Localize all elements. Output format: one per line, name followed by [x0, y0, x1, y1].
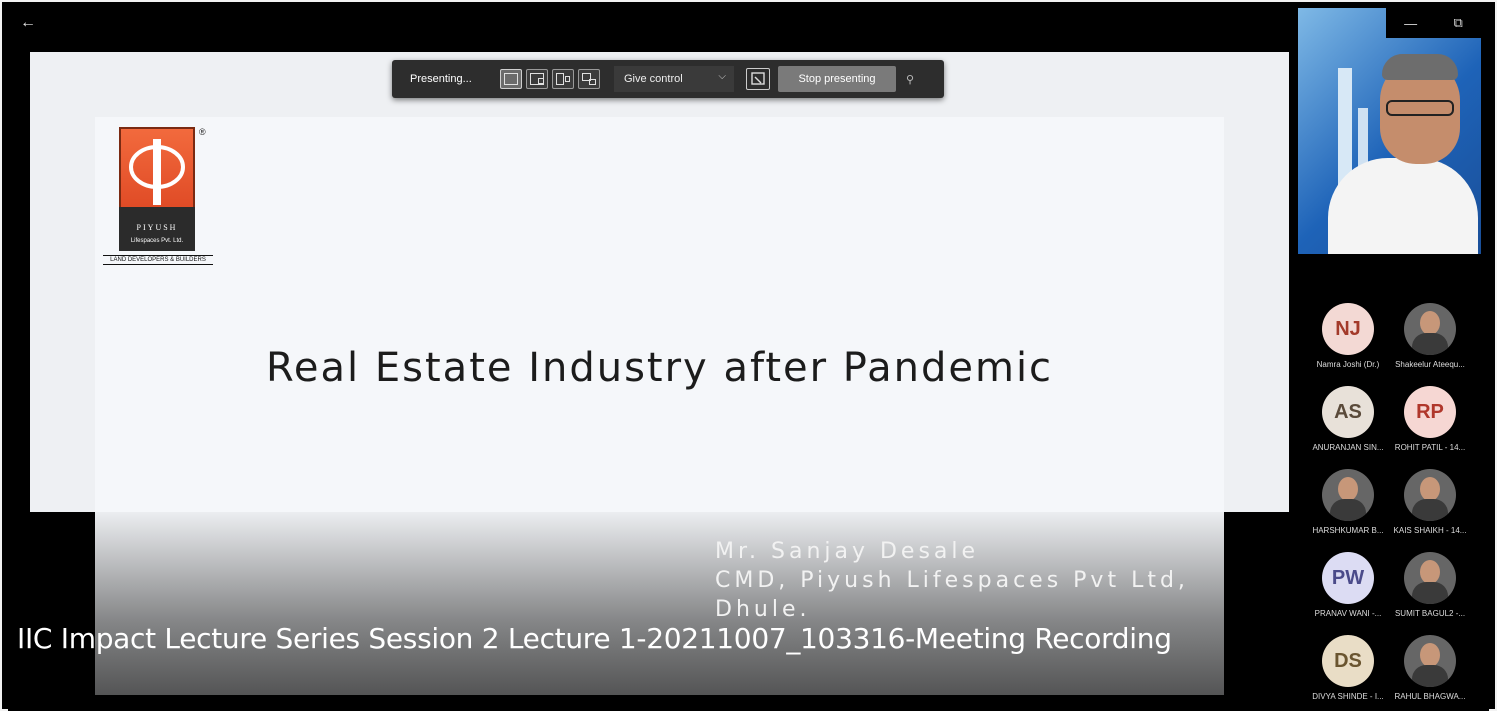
- avatar-photo-head: [1420, 311, 1440, 335]
- speaker-video-tile[interactable]: [1298, 8, 1481, 254]
- presenter-name: Mr. Sanjay Desale: [715, 539, 980, 564]
- give-control-dropdown[interactable]: Give control ⌵: [614, 66, 734, 92]
- participant-name: SUMIT BAGUL2 -...: [1394, 609, 1466, 618]
- participant-avatar: [1322, 469, 1374, 521]
- avatar-photo-head: [1420, 643, 1440, 667]
- restore-icon[interactable]: ⧉: [1454, 15, 1463, 31]
- avatar-photo-body: [1412, 499, 1448, 521]
- presentation-slide: PIYUSH Lifespaces Pvt. Ltd. LAND DEVELOP…: [95, 117, 1224, 695]
- layout-side-by-side-button[interactable]: [552, 69, 574, 89]
- participant-name: RAHUL BHAGWA...: [1394, 692, 1466, 701]
- participant-name: HARSHKUMAR B...: [1312, 526, 1384, 535]
- logo-symbol-icon: [129, 139, 185, 205]
- speaker-glasses: [1386, 100, 1454, 116]
- participant-name: ANURANJAN SIN...: [1312, 443, 1384, 452]
- participant-name: Namra Joshi (Dr.): [1316, 360, 1380, 369]
- avatar-photo-head: [1338, 477, 1358, 501]
- avatar-photo-body: [1412, 333, 1448, 355]
- participant-avatar: [1404, 552, 1456, 604]
- participant-tile[interactable]: NJ Namra Joshi (Dr.): [1305, 303, 1391, 369]
- participants-panel: NJ Namra Joshi (Dr.) Shakeelur Ateequ... AS…: [1297, 8, 1489, 711]
- participant-avatar: DS: [1322, 635, 1374, 687]
- avatar-photo-body: [1412, 582, 1448, 604]
- presenter-city: Dhule.: [715, 597, 811, 622]
- participant-avatar: NJ: [1322, 303, 1374, 355]
- participant-tile[interactable]: HARSHKUMAR B...: [1305, 469, 1391, 535]
- participant-tile[interactable]: AS ANURANJAN SIN...: [1305, 386, 1391, 452]
- registered-mark-icon: ®: [199, 127, 206, 137]
- participant-avatar: [1404, 469, 1456, 521]
- minimize-icon[interactable]: —: [1404, 16, 1417, 31]
- chevron-down-icon: ⌵: [718, 71, 726, 82]
- participant-avatar: PW: [1322, 552, 1374, 604]
- avatar-photo-head: [1420, 560, 1440, 584]
- participant-name: DIVYA SHINDE - I...: [1312, 692, 1384, 701]
- presenter-role: CMD, Piyush Lifespaces Pvt Ltd,: [715, 568, 1189, 593]
- avatar-photo-head: [1420, 477, 1440, 501]
- slide-title: Real Estate Industry after Pandemic: [265, 345, 1054, 391]
- avatar-photo-body: [1412, 665, 1448, 687]
- participant-name: PRANAV WANI -...: [1314, 609, 1382, 618]
- logo-brand-sub: Lifespaces Pvt. Ltd.: [130, 238, 184, 244]
- presenting-status: Presenting...: [410, 73, 472, 85]
- pin-icon[interactable]: ⚲: [906, 73, 914, 86]
- participant-avatar: RP: [1404, 386, 1456, 438]
- logo-tagline: LAND DEVELOPERS & BUILDERS: [103, 255, 213, 265]
- give-control-label: Give control: [624, 73, 683, 85]
- window-controls: — ⧉: [1386, 8, 1481, 38]
- participant-avatar: [1404, 635, 1456, 687]
- speaker-hair: [1382, 54, 1458, 80]
- stop-presenting-button[interactable]: Stop presenting: [778, 66, 896, 92]
- participant-tile[interactable]: RAHUL BHAGWA...: [1387, 635, 1473, 701]
- back-arrow-icon[interactable]: ←: [20, 12, 42, 34]
- include-computer-sound-icon[interactable]: [746, 68, 770, 90]
- layout-reporter-button[interactable]: [578, 69, 600, 89]
- participant-tile[interactable]: RP ROHIT PATIL - 14...: [1387, 386, 1473, 452]
- participant-name: ROHIT PATIL - 14...: [1394, 443, 1466, 452]
- participant-avatar: [1404, 303, 1456, 355]
- participant-tile[interactable]: KAIS SHAIKH - 14...: [1387, 469, 1473, 535]
- participant-tile[interactable]: PW PRANAV WANI -...: [1305, 552, 1391, 618]
- participant-tile[interactable]: Shakeelur Ateequ...: [1387, 303, 1473, 369]
- presenter-info: Mr. Sanjay Desale CMD, Piyush Lifespaces…: [715, 537, 1189, 624]
- participant-name: KAIS SHAIKH - 14...: [1393, 526, 1467, 535]
- layout-standout-button[interactable]: [526, 69, 548, 89]
- participant-tile[interactable]: SUMIT BAGUL2 -...: [1387, 552, 1473, 618]
- sharing-toolbar: Presenting... Give control ⌵ Stop presen…: [392, 60, 944, 98]
- participant-name: Shakeelur Ateequ...: [1395, 360, 1465, 369]
- recording-title: IIC Impact Lecture Series Session 2 Lect…: [17, 622, 1172, 655]
- participant-avatar: AS: [1322, 386, 1374, 438]
- avatar-photo-body: [1330, 499, 1366, 521]
- speaker-shirt: [1328, 158, 1478, 254]
- participant-tile[interactable]: DS DIVYA SHINDE - I...: [1305, 635, 1391, 701]
- logo-brand: PIYUSH: [136, 223, 178, 232]
- layout-content-only-button[interactable]: [500, 69, 522, 89]
- company-logo: PIYUSH Lifespaces Pvt. Ltd. LAND DEVELOP…: [103, 127, 213, 273]
